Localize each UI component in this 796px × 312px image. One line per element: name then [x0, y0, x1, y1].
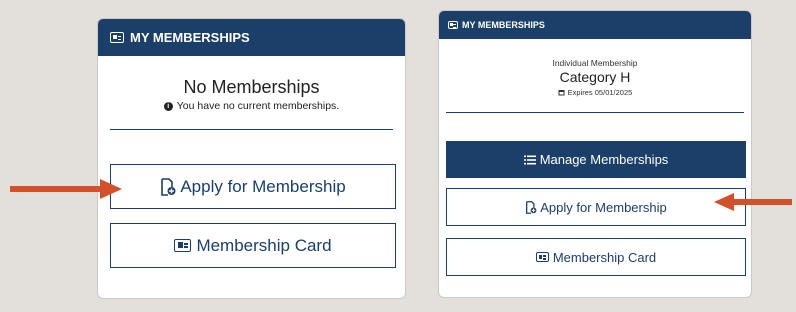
list-icon	[523, 155, 536, 165]
expiry-text: Expires 05/01/2025	[567, 88, 633, 97]
manage-button-label: Manage Memberships	[539, 152, 669, 167]
card-button-label: Membership Card	[552, 249, 657, 265]
info-icon: i	[163, 101, 173, 111]
membership-card-icon	[110, 32, 124, 43]
calendar-icon	[558, 89, 565, 96]
no-memberships-message: You have no current memberships.	[176, 100, 340, 112]
right-header-title: MY MEMBERSHIPS	[462, 20, 545, 30]
left-memberships-panel: MY MEMBERSHIPS No Memberships i You have…	[97, 18, 406, 299]
membership-card-icon	[174, 239, 192, 252]
membership-card-button[interactable]: Membership Card	[110, 223, 396, 268]
membership-card-button[interactable]: Membership Card	[446, 238, 746, 276]
left-status-note: i You have no current memberships.	[98, 100, 405, 112]
left-status-title: No Memberships	[183, 77, 320, 97]
membership-card-icon	[535, 252, 549, 262]
left-red-arrow	[10, 179, 122, 199]
apply-for-membership-button[interactable]: Apply for Membership	[110, 164, 396, 209]
right-memberships-panel: MY MEMBERSHIPS Individual Membership Cat…	[438, 10, 752, 298]
card-button-label: Membership Card	[196, 235, 332, 255]
right-panel-header: MY MEMBERSHIPS	[439, 11, 751, 39]
left-panel-header: MY MEMBERSHIPS	[98, 19, 405, 56]
document-plus-icon	[160, 177, 176, 196]
apply-button-label: Apply for Membership	[180, 176, 346, 196]
membership-expiry: Expires 05/01/2025	[439, 88, 751, 97]
membership-card-icon	[448, 21, 458, 29]
manage-memberships-button[interactable]: Manage Memberships	[446, 141, 746, 178]
right-red-arrow	[714, 193, 792, 211]
membership-category: Category H	[559, 69, 631, 85]
document-plus-icon	[525, 200, 537, 214]
apply-button-label: Apply for Membership	[540, 199, 667, 215]
membership-type: Individual Membership	[552, 58, 638, 68]
left-divider	[110, 129, 393, 130]
right-divider	[446, 112, 744, 113]
left-header-title: MY MEMBERSHIPS	[130, 30, 250, 45]
apply-for-membership-button[interactable]: Apply for Membership	[446, 188, 746, 226]
